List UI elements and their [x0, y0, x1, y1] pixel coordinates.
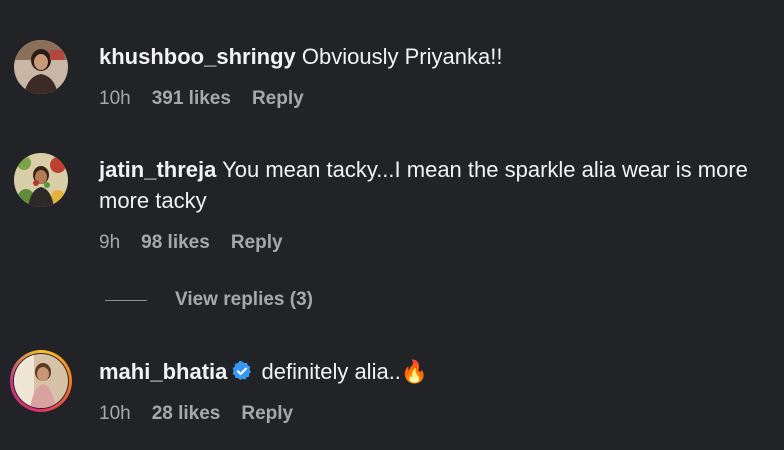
view-replies-button[interactable]: View replies (3) [105, 289, 313, 311]
comment-body: khushboo_shringy Obviously Priyanka!! [99, 41, 769, 72]
comment-username[interactable]: mahi_bhatia [99, 359, 227, 384]
avatar[interactable] [14, 40, 68, 94]
comment-text: Obviously Priyanka!! [301, 44, 503, 69]
view-replies-divider [105, 299, 147, 301]
comment-time: 10h [99, 403, 131, 424]
comment-username[interactable]: jatin_threja [99, 157, 216, 182]
comment-meta: 9h 98 likes Reply [99, 232, 283, 254]
comment-time: 10h [99, 88, 131, 109]
reply-button[interactable]: Reply [241, 403, 293, 425]
comment-likes[interactable]: 98 likes [141, 232, 210, 254]
verified-badge-icon [232, 360, 252, 380]
comment-body: mahi_bhatia definitely alia..🔥 [99, 356, 769, 387]
comment-time: 9h [99, 232, 121, 253]
avatar[interactable] [14, 354, 68, 408]
comment-username[interactable]: khushboo_shringy [99, 44, 296, 69]
comment-text: definitely alia..🔥 [261, 359, 429, 384]
comment-likes[interactable]: 391 likes [152, 88, 231, 110]
comment-meta: 10h 28 likes Reply [99, 403, 293, 425]
reply-button[interactable]: Reply [231, 232, 283, 254]
view-replies-label: View replies (3) [175, 289, 313, 310]
comment-likes[interactable]: 28 likes [152, 403, 221, 425]
comment-meta: 10h 391 likes Reply [99, 88, 304, 110]
reply-button[interactable]: Reply [252, 88, 304, 110]
comment-body: jatin_threja You mean tacky...I mean the… [99, 154, 769, 216]
avatar[interactable] [14, 153, 68, 207]
